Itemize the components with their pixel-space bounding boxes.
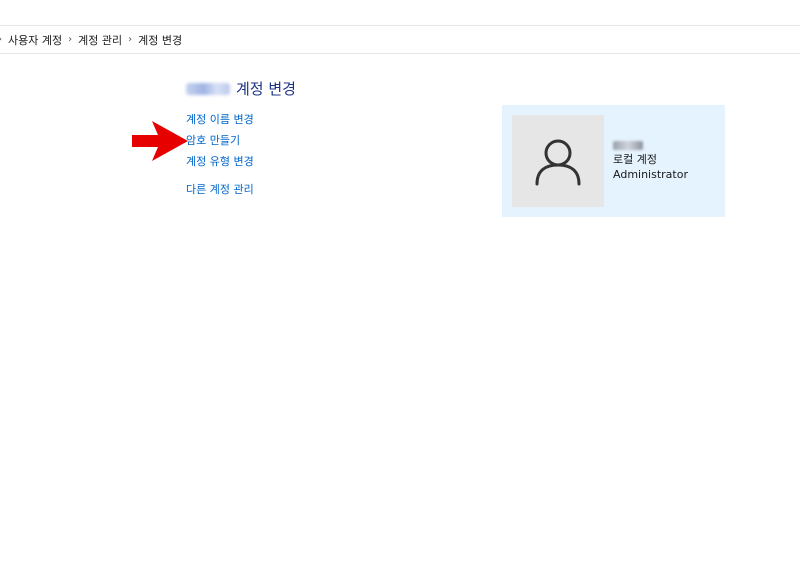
page-title: 계정 변경 [186, 78, 296, 99]
task-links: 계정 이름 변경 암호 만들기 계정 유형 변경 다른 계정 관리 [186, 112, 254, 203]
breadcrumb-item-manage-accounts[interactable]: 계정 관리 [78, 32, 122, 48]
chevron-right-icon: › [128, 34, 133, 45]
account-card: 로컬 계정 Administrator [502, 105, 725, 217]
chevron-right-icon: › [68, 34, 73, 45]
manage-other-account-link[interactable]: 다른 계정 관리 [186, 182, 254, 203]
user-silhouette-icon [535, 139, 581, 186]
red-arrow-icon [132, 121, 188, 161]
breadcrumb: › 사용자 계정 › 계정 관리 › 계정 변경 [0, 26, 800, 54]
change-account-type-link[interactable]: 계정 유형 변경 [186, 154, 254, 175]
account-role: Administrator [613, 168, 688, 181]
breadcrumb-item-change-account[interactable]: 계정 변경 [138, 32, 182, 48]
breadcrumb-item-user-accounts[interactable]: 사용자 계정 [8, 32, 62, 48]
redacted-username [186, 82, 230, 95]
window-top-strip [0, 0, 800, 26]
avatar [512, 115, 604, 207]
account-type: 로컬 계정 [613, 153, 657, 166]
create-password-link[interactable]: 암호 만들기 [186, 133, 254, 154]
page-title-text: 계정 변경 [236, 80, 296, 98]
redacted-account-name [613, 141, 643, 150]
rename-account-link[interactable]: 계정 이름 변경 [186, 112, 254, 133]
chevron-right-icon: › [0, 34, 2, 45]
account-info: 로컬 계정 Administrator [613, 141, 688, 182]
